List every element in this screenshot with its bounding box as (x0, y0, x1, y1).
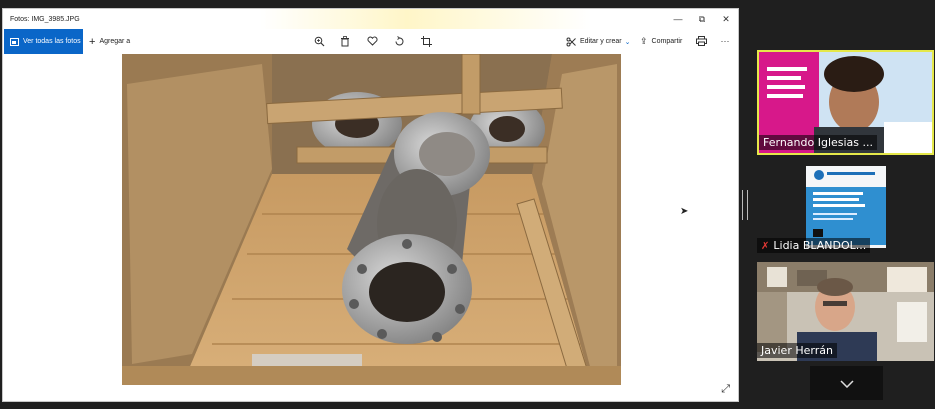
muted-microphone-icon: ✗ (761, 241, 770, 252)
window-controls: — ⧉ ✕ (666, 9, 738, 29)
share-button[interactable]: ⇪ Compartir (640, 29, 682, 54)
add-to-button[interactable]: + Agregar a (89, 29, 130, 54)
share-label: Compartir (651, 38, 683, 45)
participant-name-row: ✗ Lidia BLANDOL... (757, 238, 871, 253)
expand-icon[interactable]: ⤢ (721, 383, 730, 396)
view-all-photos-label: Ver todas las fotos (23, 38, 81, 45)
crate-valve-photo (122, 54, 621, 385)
view-all-photos-button[interactable]: Ver todas las fotos (4, 29, 83, 54)
participant-tile[interactable]: Javier Herrán (757, 262, 934, 361)
participant-tile[interactable]: ✗ Lidia BLANDOL... (757, 163, 934, 256)
delete-icon[interactable] (339, 35, 351, 47)
rotate-icon[interactable] (393, 35, 405, 47)
participant-tile[interactable]: Fernando Iglesias ... (757, 50, 934, 155)
mouse-cursor-icon: ➤ (680, 206, 689, 217)
chevron-down-icon: ⌄ (624, 38, 631, 46)
close-button[interactable]: ✕ (714, 9, 738, 29)
zoom-icon[interactable] (313, 35, 325, 47)
toolbar: Ver todas las fotos + Agregar a Editar y… (3, 29, 738, 54)
plus-icon: + (89, 35, 96, 48)
image-viewer[interactable]: ➤ ⤢ (3, 54, 738, 401)
maximize-button[interactable]: ⧉ (690, 9, 714, 29)
more-participants-button[interactable] (810, 366, 883, 400)
share-icon: ⇪ (640, 36, 648, 46)
edit-create-label: Editar y crear (580, 38, 622, 45)
window-title: Fotos: IMG_3985.JPG (10, 15, 80, 23)
add-to-label: Agregar a (99, 38, 131, 45)
gallery-icon (10, 37, 19, 46)
participant-name: Javier Herrán (757, 343, 837, 358)
heart-icon[interactable] (366, 35, 378, 47)
print-icon[interactable] (695, 35, 707, 47)
title-bar[interactable]: Fotos: IMG_3985.JPG — ⧉ ✕ (3, 9, 738, 29)
participant-name: Fernando Iglesias ... (759, 135, 878, 150)
panel-splitter[interactable] (742, 190, 748, 220)
edit-create-button[interactable]: Editar y crear ⌄ (566, 29, 631, 54)
photos-window: Fotos: IMG_3985.JPG — ⧉ ✕ Ver todas las … (2, 8, 739, 402)
chevron-down-icon (839, 375, 854, 391)
screen: Fotos: IMG_3985.JPG — ⧉ ✕ Ver todas las … (0, 0, 935, 409)
minimize-button[interactable]: — (666, 9, 690, 29)
more-options-button[interactable]: ··· (719, 35, 731, 47)
crop-icon[interactable] (420, 35, 432, 47)
participant-name: Lidia BLANDOL... (773, 239, 867, 252)
edit-icon (566, 37, 576, 46)
